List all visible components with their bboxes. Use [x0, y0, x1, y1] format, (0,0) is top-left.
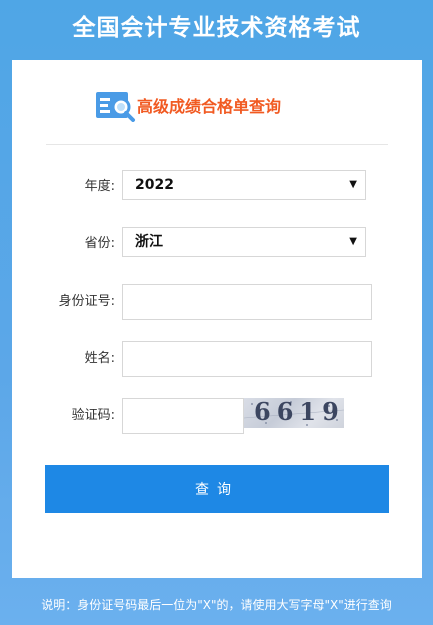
- name-row: 姓名:: [12, 341, 422, 377]
- search-document-icon: [96, 92, 135, 122]
- year-label: 年度:: [84, 179, 115, 194]
- chevron-down-icon: ▼: [349, 236, 357, 247]
- header-divider: [46, 144, 388, 145]
- captcha-code: 6619: [254, 398, 344, 426]
- id-number-input[interactable]: [122, 284, 372, 320]
- captcha-label: 验证码:: [71, 408, 115, 423]
- captcha-input[interactable]: [122, 398, 244, 434]
- card-header: 高级成绩合格单查询: [95, 86, 355, 122]
- query-card: 高级成绩合格单查询 年度: 2022 ▼ 省份: 浙江 ▼ 身份证号: 姓名: …: [12, 60, 422, 578]
- name-input[interactable]: [122, 341, 372, 377]
- province-select[interactable]: 浙江 ▼: [122, 227, 366, 257]
- captcha-image[interactable]: 6619: [244, 398, 344, 428]
- year-select[interactable]: 2022 ▼: [122, 170, 366, 200]
- page-title: 全国会计专业技术资格考试: [72, 15, 361, 41]
- province-row: 省份: 浙江 ▼: [12, 227, 422, 261]
- card-heading: 高级成绩合格单查询: [137, 97, 282, 116]
- footer-note: 说明：身份证号码最后一位为"X"的，请使用大写字母"X"进行查询: [41, 598, 392, 612]
- year-select-value: 2022: [135, 177, 174, 193]
- chevron-down-icon: ▼: [349, 179, 357, 190]
- year-row: 年度: 2022 ▼: [12, 170, 422, 204]
- province-label: 省份:: [84, 236, 115, 251]
- province-select-value: 浙江: [135, 234, 163, 250]
- id-number-row: 身份证号:: [12, 284, 422, 320]
- captcha-row: 验证码: 6619: [12, 398, 422, 434]
- query-button[interactable]: 查询: [45, 465, 389, 513]
- id-number-label: 身份证号:: [58, 294, 115, 309]
- name-label: 姓名:: [84, 351, 115, 366]
